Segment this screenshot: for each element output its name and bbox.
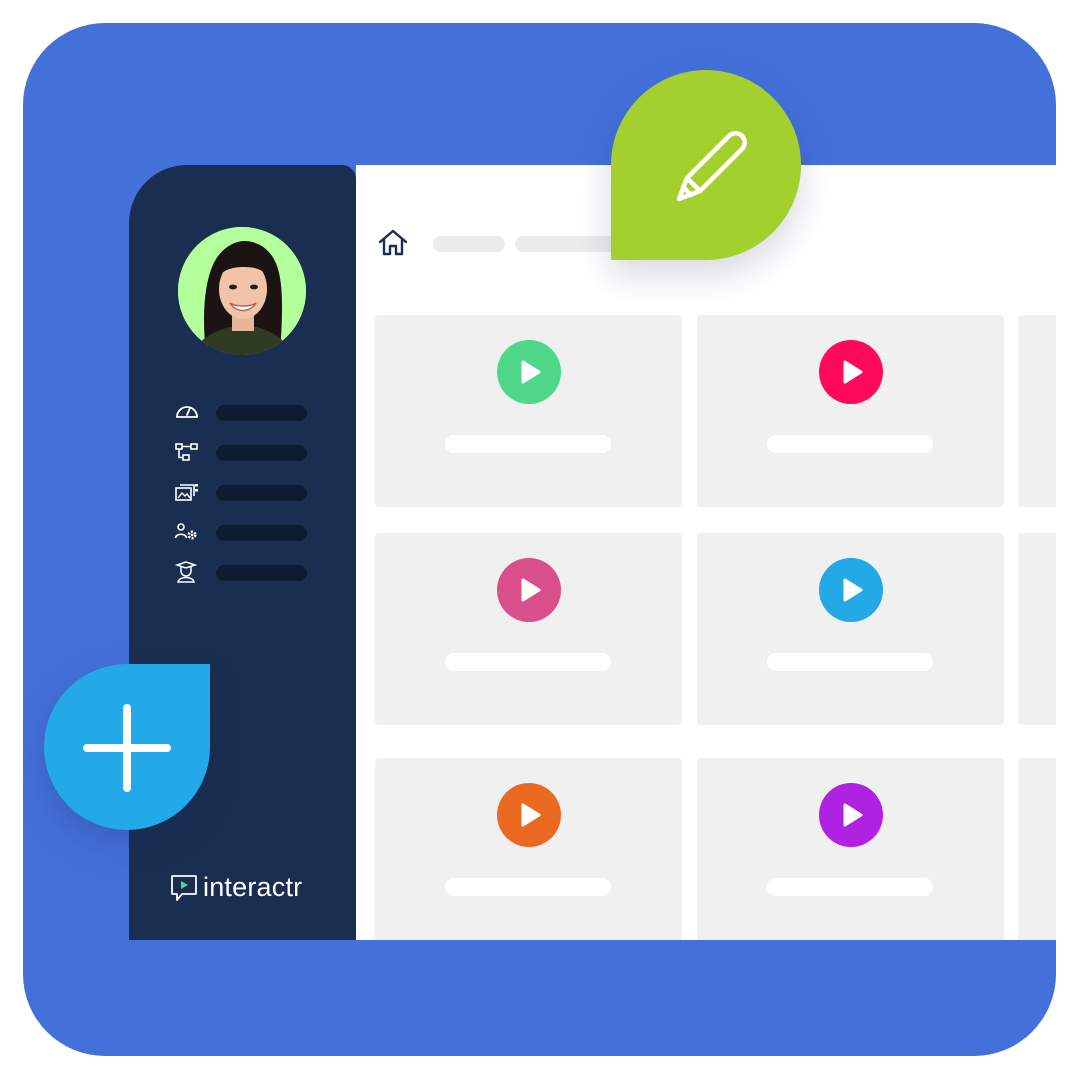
video-tile[interactable]: [1018, 533, 1056, 725]
sidebar-item-label: [216, 445, 307, 461]
play-icon: [497, 558, 561, 622]
sidebar-item-academy[interactable]: [174, 561, 314, 601]
video-tile[interactable]: [697, 533, 1004, 725]
sidebar-item-team[interactable]: [174, 521, 314, 561]
play-icon: [497, 783, 561, 847]
video-title-placeholder: [767, 878, 933, 896]
video-tile[interactable]: [697, 315, 1004, 507]
add-button[interactable]: [44, 664, 210, 830]
video-title-placeholder: [445, 653, 611, 671]
sidebar-item-label: [216, 485, 307, 501]
sidebar-item-dashboard[interactable]: [174, 401, 314, 441]
play-icon: [497, 340, 561, 404]
graduate-icon: [174, 561, 198, 583]
app-window: interactr: [129, 165, 1056, 940]
flowchart-icon: [175, 443, 198, 461]
play-button[interactable]: [819, 340, 883, 404]
brand-name: interactr: [203, 872, 303, 902]
video-tile[interactable]: [375, 533, 682, 725]
video-tile[interactable]: [375, 315, 682, 507]
sidebar-nav: [174, 401, 314, 601]
play-button[interactable]: [497, 558, 561, 622]
avatar[interactable]: [178, 227, 306, 355]
sidebar-item-label: [216, 565, 307, 581]
video-tile[interactable]: [1018, 758, 1056, 940]
play-button[interactable]: [819, 783, 883, 847]
video-tile[interactable]: [375, 758, 682, 940]
team-settings-icon: [174, 523, 197, 540]
video-title-placeholder: [767, 435, 933, 453]
sidebar-item-label: [216, 525, 307, 541]
video-title-placeholder: [445, 435, 611, 453]
play-button[interactable]: [819, 558, 883, 622]
sidebar-item-flows[interactable]: [174, 441, 314, 481]
play-button[interactable]: [497, 340, 561, 404]
dashboard-gauge-icon: [176, 406, 198, 418]
video-title-placeholder: [445, 878, 611, 896]
plus-icon: [83, 704, 171, 792]
media-gallery-icon: [175, 484, 198, 501]
video-tile[interactable]: [697, 758, 1004, 940]
edit-button[interactable]: [611, 70, 801, 260]
sidebar-item-label: [216, 405, 307, 421]
video-title-placeholder: [767, 653, 933, 671]
sidebar-item-media[interactable]: [174, 481, 314, 521]
main-content: [356, 165, 1056, 940]
play-button[interactable]: [497, 783, 561, 847]
interactr-logo-icon: [171, 875, 197, 901]
play-icon: [819, 783, 883, 847]
breadcrumb-item[interactable]: [433, 236, 505, 252]
play-icon: [819, 340, 883, 404]
home-icon[interactable]: [376, 228, 410, 258]
pencil-icon: [676, 131, 747, 202]
play-icon: [819, 558, 883, 622]
video-tile[interactable]: [1018, 315, 1056, 507]
